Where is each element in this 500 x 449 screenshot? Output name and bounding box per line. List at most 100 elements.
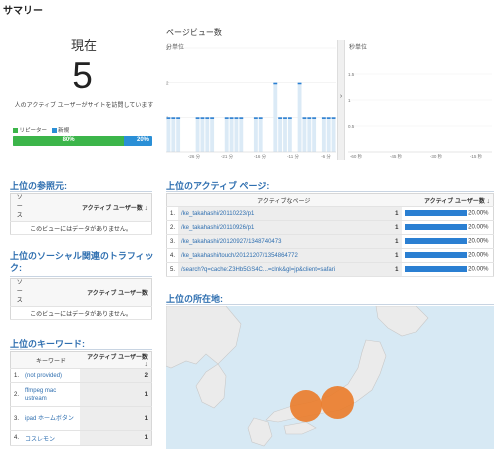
kyushu [247,417,273,447]
bar[interactable] [278,117,283,119]
table-row[interactable]: 2. ffmpeg mac ustream 1 [10,382,152,407]
row-index: 4. [166,248,179,263]
keyword-link[interactable]: コスレモン [22,430,81,446]
page-users: 1 [389,248,402,263]
bar[interactable] [326,117,331,119]
page-users: 1 [389,206,402,221]
keywords-col-users[interactable]: アクティブ ユーザー数 ↓ [80,351,152,369]
bar[interactable] [307,117,312,119]
table-row[interactable]: 1./ke_takahashi/20110223/p1 1 20.00% [166,206,494,221]
sort-down-icon[interactable]: ↓ [145,361,149,368]
bar-fill [302,117,307,152]
social-col-source[interactable]: ソース [10,278,29,307]
x-tick-label: -60 秒 [350,153,363,160]
bar[interactable] [229,117,234,119]
table-row[interactable]: 2./ke_takahashi/20110926/p1 1 20.00% [166,220,494,235]
bar-fill [258,117,263,152]
bar[interactable] [195,117,200,119]
x-tick-label: -26 分 [188,153,201,160]
mainland-landmass [166,306,242,369]
bar-fill [195,117,200,152]
bar-fill [331,117,336,152]
bar[interactable] [297,82,302,85]
chart-toggle-arrow-icon[interactable]: › [338,93,344,100]
table-row[interactable]: 5./search?q=cache:Z3Hb5GS4C...=clnk&gl=j… [166,262,494,277]
bar[interactable] [171,117,176,119]
bar-fill [326,117,331,152]
page-link[interactable]: /ke_takahashi/20110926/p1 [178,220,390,235]
sort-down-icon[interactable]: ↓ [145,205,149,212]
pages-col-users[interactable]: アクティブ ユーザー数 ↓ [389,193,494,207]
page-link[interactable]: /search?q=cache:Z3Hb5GS4C...=clnk&gl=jp&… [178,262,390,277]
page-title: サマリー [3,6,43,17]
pages-col-page[interactable]: アクティブなページ [178,193,390,207]
bar-fill [224,117,229,152]
row-index: 2. [166,220,179,235]
row-index: 3. [10,406,23,431]
y-tick-label: 2 [166,81,169,86]
page-share-bar [404,266,467,273]
bar[interactable] [273,82,278,85]
bar[interactable] [166,117,171,119]
bar[interactable] [224,117,229,119]
x-tick-label: -30 秒 [430,153,443,160]
row-index: 1. [166,206,179,221]
bar-fill [307,117,312,152]
shikoku [283,421,317,435]
bar-fill [273,82,278,152]
bar-fill [278,117,283,152]
referrals-empty: このビューにはデータがありません。 [10,221,152,235]
location-map[interactable] [166,306,494,449]
bar[interactable] [205,117,210,119]
legend-repeat: リピーター [19,128,48,134]
y-tick-label: 0.5 [348,124,355,129]
x-tick-label: -15 秒 [470,153,483,160]
social-col-users[interactable]: アクティブ ユーザー数 [28,278,152,307]
japan-map [166,306,429,447]
bar[interactable] [283,117,287,119]
table-row[interactable]: 3./ke_takahashi/20120927/1348740473 1 20.… [166,234,494,249]
location-marker[interactable] [321,386,354,419]
chart-divider [337,40,345,160]
bar-fill [200,117,205,152]
bar[interactable] [331,117,336,119]
x-tick-label: -45 秒 [390,153,403,160]
bar[interactable] [253,117,258,119]
page-share-bar [404,210,467,217]
bar-fill [166,117,171,152]
table-row[interactable]: 4. コスレモン 1 [10,430,152,446]
bar[interactable] [287,117,292,119]
referrals-col-users[interactable]: アクティブ ユーザー数 ↓ [28,193,152,222]
hokkaido [375,306,429,337]
sort-down-icon[interactable]: ↓ [487,198,491,205]
bar[interactable] [258,117,263,119]
keyword-link[interactable]: ipad ホームボタン [22,406,81,431]
page-share: 20.00% [401,262,494,277]
bar[interactable] [312,117,317,119]
table-row[interactable]: 1. (not provided) 2 [10,368,152,383]
page-share: 20.00% [401,248,494,263]
page-link[interactable]: /ke_takahashi/20110223/p1 [178,206,390,221]
per-minute-chart: 321-26 分-21 分-16 分-11 分-6 分 [166,46,336,160]
bar[interactable] [321,117,326,119]
bar[interactable] [200,117,205,119]
bar[interactable] [176,117,181,119]
keywords-col-keyword[interactable]: キーワード [22,351,81,369]
referrals-col-source[interactable]: ソース [10,193,29,222]
page-share-bar [404,224,467,231]
page-link[interactable]: /ke_takahashi/touch/20121207/1354864772 [178,248,390,263]
keyword-link[interactable]: ffmpeg mac ustream [22,382,81,407]
table-row[interactable]: 4./ke_takahashi/touch/20121207/135486477… [166,248,494,263]
bar[interactable] [239,117,244,119]
bar-fill [253,117,258,152]
bar[interactable] [302,117,307,119]
location-marker[interactable] [290,390,322,422]
page-share: 20.00% [401,234,494,249]
table-row[interactable]: 3. ipad ホームボタン 1 [10,406,152,431]
social-empty: このビューにはデータがありません。 [10,306,152,320]
bar[interactable] [210,117,215,119]
bar[interactable] [234,117,239,119]
keyword-link[interactable]: (not provided) [22,368,81,383]
page-link[interactable]: /ke_takahashi/20120927/1348740473 [178,234,390,249]
bar-fill [239,117,244,152]
